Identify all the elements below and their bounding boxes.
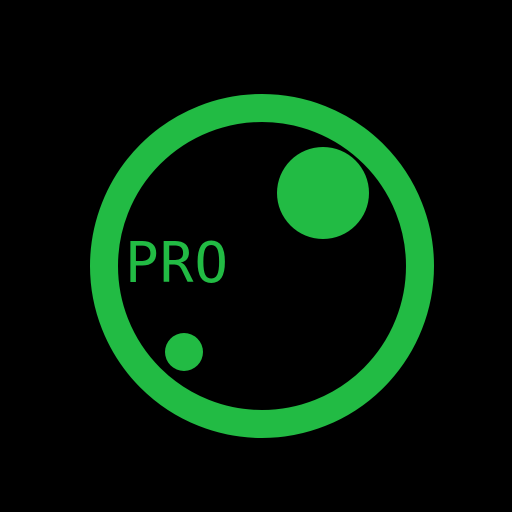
small-dot [165,333,203,371]
large-dot [277,147,369,239]
pro-label: PRO [125,231,230,296]
app-icon: PRO [0,0,512,512]
lens-ring-icon [90,94,434,438]
